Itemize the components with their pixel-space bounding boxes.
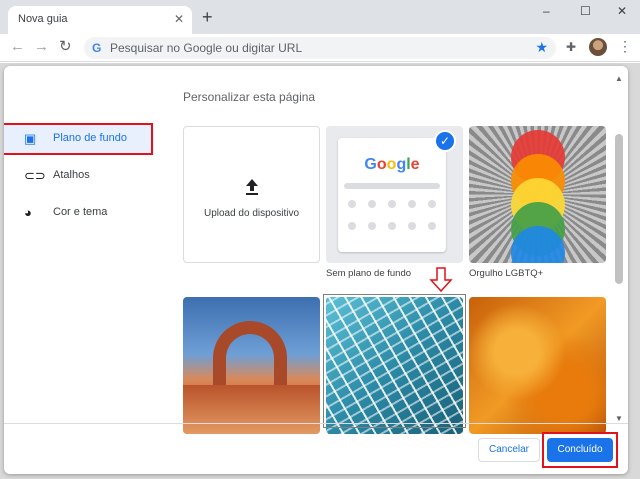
sidebar-item-color-theme[interactable]: ◕ Cor e tema — [4, 199, 154, 227]
new-tab-preview-card: Google — [338, 138, 446, 252]
google-icon: G — [92, 41, 102, 55]
sidebar-item-label: Atalhos — [53, 169, 90, 181]
upload-label: Upload do dispositivo — [203, 208, 300, 219]
browser-tab[interactable]: Nova guia ✕ — [8, 6, 192, 34]
search-bar-preview — [344, 183, 440, 189]
upload-icon — [246, 179, 258, 195]
arch-shape — [213, 321, 287, 385]
desert-ground — [183, 385, 320, 434]
shortcut-dot — [408, 200, 416, 208]
omnibox[interactable]: G Pesquisar no Google ou digitar URL ★ — [84, 37, 556, 59]
sidebar-item-label: Cor e tema — [53, 206, 108, 218]
shortcut-dot — [368, 200, 376, 208]
google-logo: Google — [364, 156, 420, 173]
shortcut-dot — [368, 222, 376, 230]
shortcut-dot — [408, 222, 416, 230]
maximize-button[interactable]: ☐ — [580, 4, 591, 18]
footer-divider — [4, 423, 628, 424]
image-icon: ▣ — [24, 131, 37, 146]
shortcut-dot — [348, 222, 356, 230]
minimize-button[interactable]: – — [543, 4, 550, 18]
scrollbar[interactable]: ▲ ▼ — [612, 74, 626, 424]
scroll-thumb[interactable] — [615, 134, 623, 284]
shortcut-dot — [428, 200, 436, 208]
customize-dialog: ▣ Plano de fundo ⊂⊃ Atalhos ◕ Cor e tema… — [4, 66, 628, 474]
tab-strip: Nova guia ✕ + – ☐ ✕ — [0, 0, 640, 34]
selected-check-icon: ✓ — [434, 130, 456, 152]
browser-toolbar: ← → ↻ G Pesquisar no Google ou digitar U… — [0, 34, 640, 62]
glass-pattern — [326, 297, 463, 434]
arch-landscape-tile[interactable] — [183, 297, 320, 434]
amber-texture-tile[interactable] — [469, 297, 606, 434]
shortcut-dot — [388, 222, 396, 230]
extensions-icon[interactable]: ✚ — [566, 40, 576, 54]
pride-tile[interactable] — [469, 126, 606, 263]
new-tab-button[interactable]: + — [202, 8, 213, 26]
back-button[interactable]: ← — [10, 39, 25, 55]
tab-close-icon[interactable]: ✕ — [174, 12, 184, 26]
forward-button[interactable]: → — [34, 39, 49, 55]
link-icon: ⊂⊃ — [24, 168, 46, 183]
no-background-label: Sem plano de fundo — [326, 268, 412, 279]
sidebar-item-label: Plano de fundo — [53, 132, 128, 144]
tab-title: Nova guia — [18, 13, 68, 25]
glass-facade-tile[interactable] — [326, 297, 463, 434]
shortcut-dot — [428, 222, 436, 230]
omnibox-placeholder[interactable]: Pesquisar no Google ou digitar URL — [110, 41, 302, 55]
dialog-title: Personalizar esta página — [183, 90, 316, 104]
sidebar-item-background[interactable]: ▣ Plano de fundo — [4, 125, 154, 153]
bookmark-star-icon[interactable]: ★ — [535, 39, 548, 56]
done-button[interactable]: Concluído — [547, 438, 613, 462]
sidebar-item-shortcuts[interactable]: ⊂⊃ Atalhos — [4, 162, 154, 190]
reload-button[interactable]: ↻ — [59, 39, 72, 55]
avatar[interactable] — [589, 38, 607, 56]
shortcut-dot — [388, 200, 396, 208]
pride-label: Orgulho LGBTQ+ — [469, 268, 544, 279]
scroll-down-icon[interactable]: ▼ — [615, 414, 623, 423]
shortcut-dot — [348, 200, 356, 208]
close-window-button[interactable]: ✕ — [617, 4, 627, 18]
scroll-up-icon[interactable]: ▲ — [615, 74, 623, 83]
menu-icon[interactable]: ⋮ — [618, 38, 632, 54]
cancel-button[interactable]: Cancelar — [478, 438, 540, 462]
palette-icon: ◕ — [24, 205, 32, 220]
upload-tile[interactable]: Upload do dispositivo — [183, 126, 320, 263]
no-background-tile[interactable]: Google ✓ — [326, 126, 463, 263]
down-arrow-icon — [429, 267, 453, 293]
